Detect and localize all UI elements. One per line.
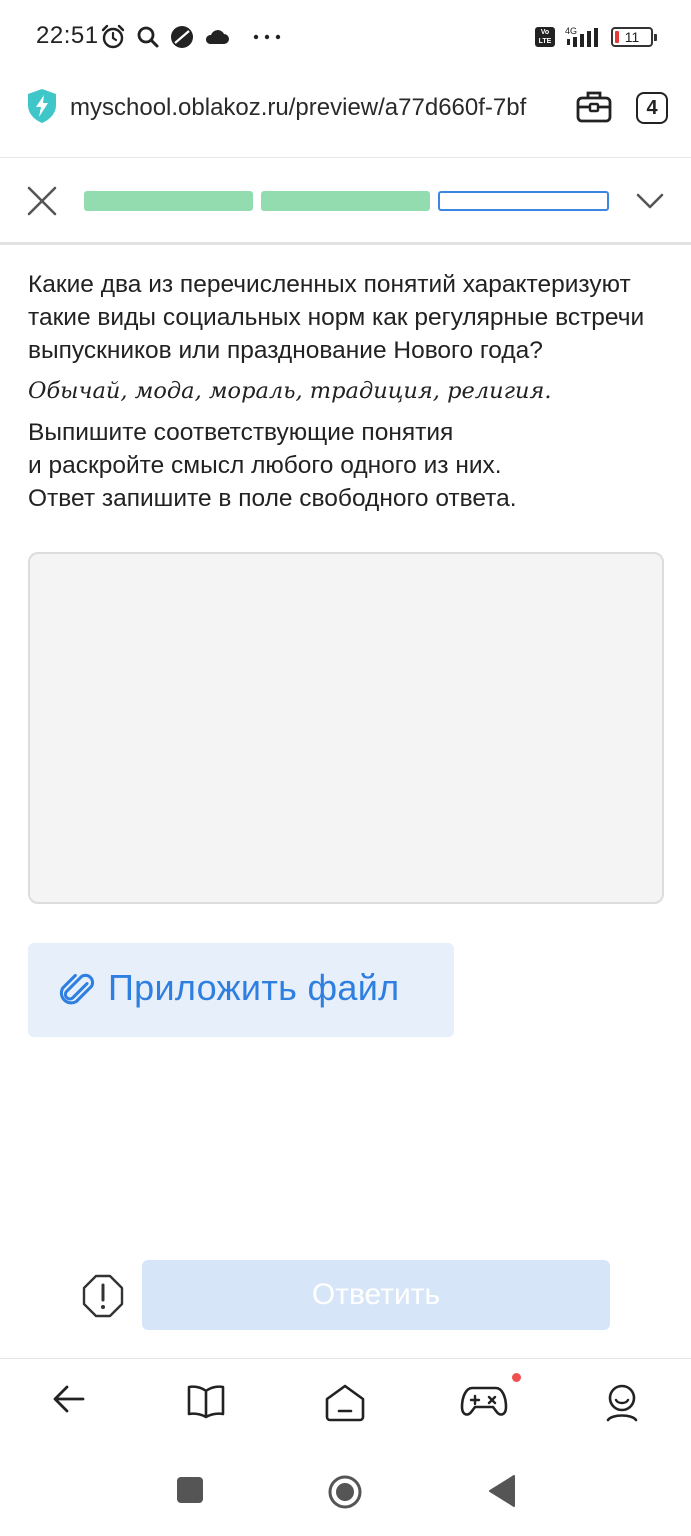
recents-icon[interactable] — [176, 1476, 204, 1504]
app-screen: 22:51 Vo LTE 4G 11 myschool.oblakoz.ru/p… — [0, 0, 691, 1536]
battery-icon: 11 — [611, 27, 657, 47]
url-field[interactable]: myschool.oblakoz.ru/preview/a77d660f-7bf — [70, 94, 556, 122]
instruction-line-3: Ответ запишите в поле свободного ответа. — [28, 485, 517, 512]
question-block: Какие два из перечисленных понятий харак… — [28, 268, 668, 515]
status-bar: 22:51 Vo LTE 4G 11 — [0, 0, 691, 72]
profile-icon[interactable] — [604, 1383, 640, 1423]
search-icon — [137, 26, 159, 48]
progress-segment-2[interactable] — [261, 191, 430, 211]
more-icon — [253, 34, 281, 40]
report-icon[interactable] — [82, 1274, 124, 1318]
system-nav-bar — [0, 1454, 691, 1536]
progress-bar — [84, 191, 609, 211]
instruction-line-2: и раскройте смысл любого одного из них. — [28, 452, 502, 479]
tabs-count-button[interactable]: 4 — [636, 92, 668, 124]
question-options: Обычай, мода, мораль, традиция, религия. — [28, 378, 552, 404]
volte-icon: Vo LTE — [535, 27, 555, 47]
browser-address-bar: myschool.oblakoz.ru/preview/a77d660f-7bf… — [0, 72, 691, 158]
bottom-nav — [0, 1358, 691, 1454]
status-icons-left — [100, 22, 282, 52]
paperclip-icon — [59, 973, 95, 1005]
network-label: 4G — [565, 26, 577, 36]
book-icon[interactable] — [186, 1383, 226, 1419]
signal-icon: 4G — [565, 26, 598, 47]
attach-file-button[interactable]: Приложить файл — [28, 943, 454, 1037]
home-circle-icon[interactable] — [327, 1474, 363, 1510]
battery-level: 11 — [624, 29, 640, 45]
gamepad-icon[interactable] — [460, 1383, 508, 1421]
back-arrow-icon[interactable] — [52, 1383, 86, 1415]
notification-dot — [512, 1373, 521, 1382]
app-icon — [171, 26, 193, 48]
submit-answer-button[interactable]: Ответить — [142, 1260, 610, 1330]
quiz-header — [0, 159, 691, 245]
attach-file-label: Приложить файл — [108, 967, 400, 1008]
shield-icon — [28, 89, 56, 123]
progress-segment-1[interactable] — [84, 191, 253, 211]
instruction-line-1: Выпишите соответствующие понятия — [28, 419, 454, 446]
home-icon[interactable] — [324, 1383, 366, 1423]
status-icons-right: Vo LTE 4G 11 — [535, 22, 657, 52]
progress-segment-3[interactable] — [438, 191, 609, 211]
close-icon[interactable] — [26, 185, 58, 217]
question-instruction: Выпишите соответствующие понятия и раскр… — [28, 416, 668, 515]
back-triangle-icon[interactable] — [488, 1474, 516, 1508]
alarm-icon — [101, 24, 125, 49]
question-text: Какие два из перечисленных понятий харак… — [28, 271, 645, 364]
chevron-down-icon[interactable] — [634, 189, 666, 213]
toolbox-icon[interactable] — [576, 90, 612, 124]
answer-textarea[interactable] — [28, 552, 664, 904]
cloud-icon — [205, 30, 229, 44]
status-time: 22:51 — [36, 22, 99, 49]
